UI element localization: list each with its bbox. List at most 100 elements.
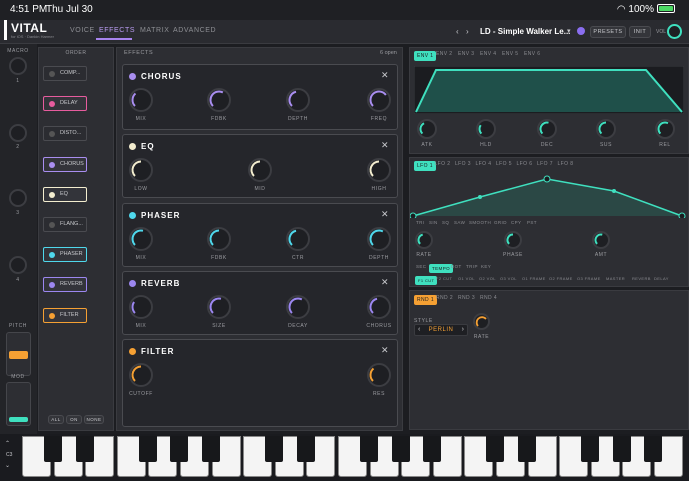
lfo-sync-dot[interactable]: DOT xyxy=(451,264,462,269)
black-key[interactable] xyxy=(391,436,410,462)
lfo-target-f2-cut[interactable]: F2 CUT xyxy=(436,276,452,281)
tab-env-6[interactable]: ENV 6 xyxy=(524,51,540,57)
order-item-filter[interactable]: FILTER xyxy=(43,307,87,323)
macro-knob-2[interactable] xyxy=(9,124,27,142)
lfo-point[interactable] xyxy=(543,175,551,183)
knob-depth[interactable] xyxy=(367,227,391,251)
lfo-target-f1-cut[interactable]: F1 CUT xyxy=(415,276,438,285)
lfo-point[interactable] xyxy=(612,189,616,193)
order-on-button[interactable]: ON xyxy=(66,415,82,424)
lfo-sync-tempo[interactable]: TEMPO xyxy=(429,264,454,273)
octave-up-icon[interactable]: ⌃ xyxy=(5,440,10,447)
knob-mix[interactable] xyxy=(129,88,153,112)
knob-depth[interactable] xyxy=(286,88,310,112)
lfo-target-o1-frame[interactable]: O1 FRAME xyxy=(522,276,546,281)
knob-size[interactable] xyxy=(207,295,231,319)
effect-power-indicator[interactable] xyxy=(129,73,136,80)
env-knob-rel[interactable] xyxy=(655,119,675,139)
rnd-style-next-icon[interactable]: › xyxy=(462,326,464,333)
black-key[interactable] xyxy=(202,436,220,462)
close-icon[interactable]: ✕ xyxy=(381,140,389,151)
close-icon[interactable]: ✕ xyxy=(381,345,389,356)
order-item-indicator[interactable] xyxy=(49,191,55,198)
order-item-indicator[interactable] xyxy=(49,312,55,319)
black-key[interactable] xyxy=(518,436,536,462)
octave-down-icon[interactable]: ⌄ xyxy=(5,462,10,469)
knob-mid[interactable] xyxy=(248,158,272,182)
tab-lfo-6[interactable]: LFO 6 xyxy=(517,161,533,167)
knob-ctr[interactable] xyxy=(286,227,310,251)
tab-env-5[interactable]: ENV 5 xyxy=(502,51,518,57)
env-graph[interactable] xyxy=(414,66,684,114)
env-knob-sus[interactable] xyxy=(596,119,616,139)
lfo-target-o3-vol[interactable]: O3 VOL xyxy=(500,276,517,281)
black-key[interactable] xyxy=(170,436,189,462)
black-key[interactable] xyxy=(423,436,442,462)
order-all-button[interactable]: ALL xyxy=(48,415,64,424)
black-key[interactable] xyxy=(644,436,663,462)
black-key[interactable] xyxy=(296,436,315,462)
tab-lfo-5[interactable]: LFO 5 xyxy=(496,161,512,167)
black-key[interactable] xyxy=(581,436,600,462)
order-none-button[interactable]: NONE xyxy=(84,415,104,424)
lfo-knob-rate[interactable] xyxy=(415,231,433,249)
knob-fdbk[interactable] xyxy=(207,88,231,112)
order-item-comp[interactable]: COMP... xyxy=(43,66,87,81)
order-item-phaser[interactable]: PHASER xyxy=(43,247,87,263)
order-item-indicator[interactable] xyxy=(49,71,55,77)
tab-lfo-4[interactable]: LFO 4 xyxy=(476,161,492,167)
tab-env-1[interactable]: ENV 1 xyxy=(414,51,437,61)
order-item-indicator[interactable] xyxy=(49,161,55,168)
lfo-shape-cpy[interactable]: CPY xyxy=(511,220,521,225)
effect-power-indicator[interactable] xyxy=(129,143,136,150)
lfo-target-master[interactable]: MASTER xyxy=(606,276,625,281)
order-item-indicator[interactable] xyxy=(49,282,55,289)
effect-power-indicator[interactable] xyxy=(129,212,136,219)
lfo-shape-sq[interactable]: SQ xyxy=(442,220,449,225)
lfo-sync-trip[interactable]: TRIP xyxy=(466,264,478,269)
tab-rnd-1[interactable]: RND 1 xyxy=(414,295,438,305)
knob-decay[interactable] xyxy=(286,295,310,319)
order-item-indicator[interactable] xyxy=(49,222,55,228)
tab-rnd-2[interactable]: RND 2 xyxy=(436,295,453,301)
knob-cutoff[interactable] xyxy=(129,363,153,387)
env-knob-atk[interactable] xyxy=(417,119,437,139)
black-key[interactable] xyxy=(360,436,378,462)
tab-lfo-2[interactable]: LFO 2 xyxy=(435,161,451,167)
tab-matrix[interactable]: MATRIX xyxy=(140,27,170,34)
env-knob-hld[interactable] xyxy=(476,119,496,139)
lfo-point[interactable] xyxy=(410,212,417,218)
lfo-target-o3-frame[interactable]: O3 FRAME xyxy=(577,276,601,281)
tab-lfo-8[interactable]: LFO 8 xyxy=(558,161,574,167)
prev-preset-icon[interactable]: ‹ xyxy=(456,27,459,36)
knob-low[interactable] xyxy=(129,158,153,182)
order-item-indicator[interactable] xyxy=(49,131,55,138)
close-icon[interactable]: ✕ xyxy=(381,70,389,81)
tab-env-2[interactable]: ENV 2 xyxy=(436,51,452,57)
volume-knob[interactable] xyxy=(667,24,682,39)
next-preset-icon[interactable]: › xyxy=(466,27,469,36)
lfo-target-o2-vol[interactable]: O2 VOL xyxy=(479,276,496,281)
tab-voice[interactable]: VOICE xyxy=(70,27,95,34)
macro-knob-4[interactable] xyxy=(9,256,27,274)
lfo-point[interactable] xyxy=(678,212,686,218)
lfo-sync-sec[interactable]: SEC xyxy=(416,264,426,269)
tab-env-3[interactable]: ENV 3 xyxy=(458,51,474,57)
lfo-target-o1-vol[interactable]: O1 VOL xyxy=(458,276,475,281)
lfo-shape-grid[interactable]: GRID xyxy=(494,220,507,225)
knob-freq[interactable] xyxy=(367,88,391,112)
tab-lfo-1[interactable]: LFO 1 xyxy=(414,161,436,171)
knob-res[interactable] xyxy=(367,363,391,387)
close-icon[interactable]: ✕ xyxy=(381,209,389,220)
knob-high[interactable] xyxy=(367,158,391,182)
order-item-reverb[interactable]: REVERB xyxy=(43,277,87,293)
tab-lfo-7[interactable]: LFO 7 xyxy=(537,161,553,167)
lfo-shape-tri[interactable]: TRI xyxy=(416,220,424,225)
env-knob-dec[interactable] xyxy=(537,119,557,139)
knob-chorus[interactable] xyxy=(367,295,391,319)
mod-wheel[interactable] xyxy=(6,382,31,426)
lfo-shape-pst[interactable]: PST xyxy=(527,220,537,225)
knob-mix[interactable] xyxy=(129,227,153,251)
order-item-eq[interactable]: EQ xyxy=(43,186,87,202)
rnd-rate-knob[interactable] xyxy=(473,313,490,330)
